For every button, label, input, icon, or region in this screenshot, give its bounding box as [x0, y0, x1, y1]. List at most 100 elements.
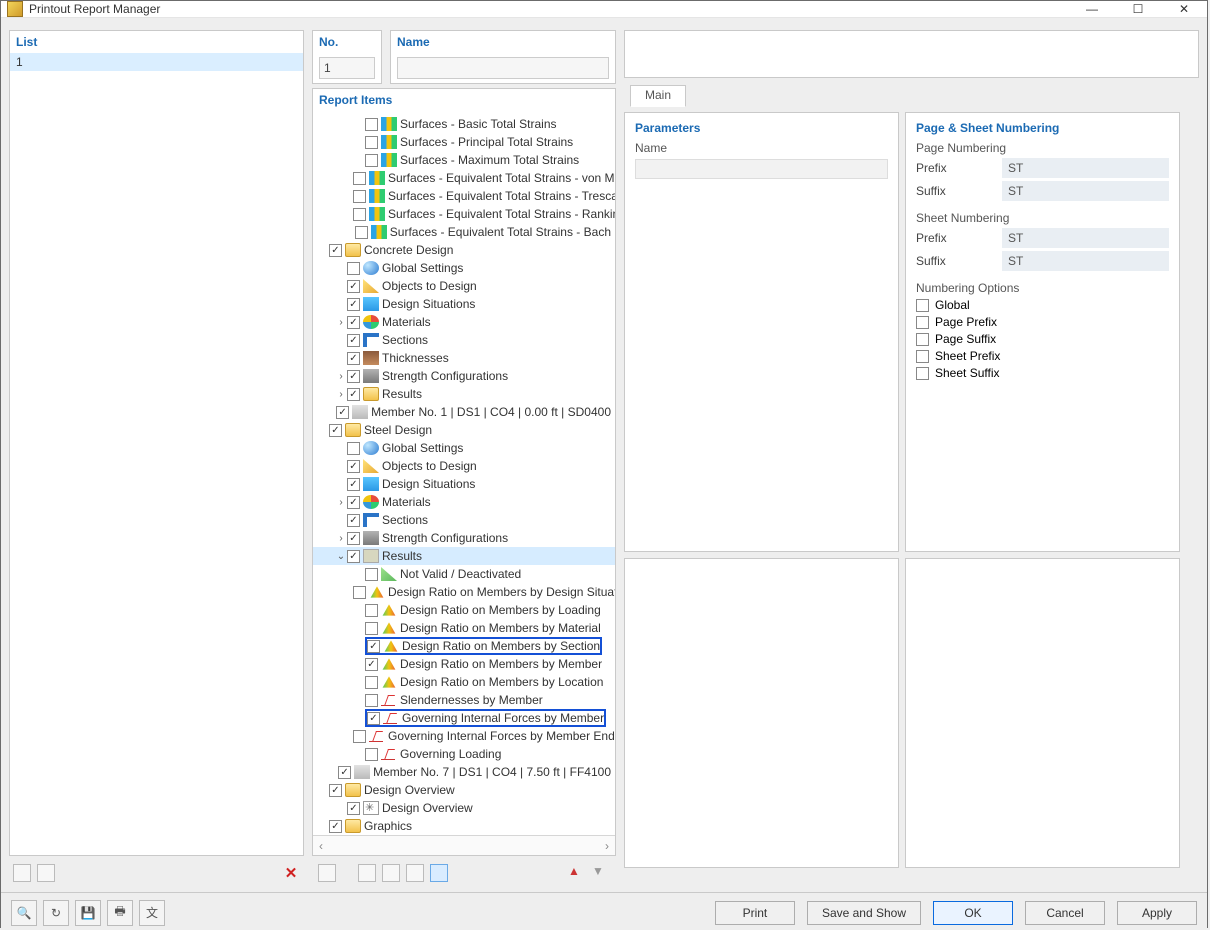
tree-node[interactable]: Surfaces - Equivalent Total Strains - Ba…: [313, 223, 615, 241]
clipboard-icon[interactable]: [406, 864, 424, 882]
tree-checkbox[interactable]: [353, 208, 366, 221]
tree-checkbox[interactable]: [353, 730, 366, 743]
sheet-prefix-input[interactable]: [1002, 228, 1169, 248]
checkbox[interactable]: [916, 333, 929, 346]
page-suffix-input[interactable]: [1002, 181, 1169, 201]
numbering-option[interactable]: Page Suffix: [916, 332, 1169, 346]
tree-node[interactable]: Global Settings: [313, 439, 615, 457]
ok-button[interactable]: OK: [933, 901, 1013, 925]
language-icon[interactable]: 文: [139, 900, 165, 926]
tree-node[interactable]: Design Ratio on Members by Loading: [313, 601, 615, 619]
help-icon[interactable]: 🔍: [11, 900, 37, 926]
tree-checkbox[interactable]: [365, 694, 378, 707]
expand-arrow-icon[interactable]: ›: [335, 317, 347, 328]
numbering-option[interactable]: Sheet Suffix: [916, 366, 1169, 380]
tree-node[interactable]: ›✓Materials: [313, 493, 615, 511]
save-and-show-button[interactable]: Save and Show: [807, 901, 921, 925]
tree-node[interactable]: ✓Sections: [313, 511, 615, 529]
numbering-option[interactable]: Sheet Prefix: [916, 349, 1169, 363]
tree-checkbox[interactable]: ✓: [365, 658, 378, 671]
tree-checkbox[interactable]: ✓: [347, 352, 360, 365]
close-button[interactable]: ✕: [1161, 1, 1207, 17]
tree-checkbox[interactable]: ✓: [347, 550, 360, 563]
tree-checkbox[interactable]: ✓: [347, 802, 360, 815]
tree-checkbox[interactable]: [365, 676, 378, 689]
tree-node[interactable]: ✓Governing Internal Forces by Member: [313, 709, 615, 727]
tree-checkbox[interactable]: [353, 190, 366, 203]
tree-checkbox[interactable]: [365, 604, 378, 617]
tree-checkbox[interactable]: ✓: [367, 712, 380, 725]
maximize-button[interactable]: ☐: [1115, 1, 1161, 17]
cancel-button[interactable]: Cancel: [1025, 901, 1105, 925]
expand-arrow-icon[interactable]: ›: [335, 371, 347, 382]
uncheck-all-icon[interactable]: [382, 864, 400, 882]
tree-node[interactable]: ✓Steel Design: [313, 421, 615, 439]
tree-node[interactable]: ✓Design Situations: [313, 295, 615, 313]
tree-hscroll[interactable]: ‹ ›: [313, 835, 615, 855]
tree-checkbox[interactable]: [365, 622, 378, 635]
tree-node[interactable]: Slendernesses by Member: [313, 691, 615, 709]
tree-node[interactable]: Governing Internal Forces by Member End: [313, 727, 615, 745]
tree-checkbox[interactable]: ✓: [329, 784, 342, 797]
tree-node[interactable]: ✓Member No. 1 | DS1 | CO4 | 0.00 ft | SD…: [313, 403, 615, 421]
no-input[interactable]: [319, 57, 375, 79]
tree-node[interactable]: ›✓Strength Configurations: [313, 367, 615, 385]
check-all-icon[interactable]: [358, 864, 376, 882]
tree-checkbox[interactable]: [353, 172, 366, 185]
tree-node[interactable]: ›✓Results: [313, 385, 615, 403]
new-report-icon[interactable]: [13, 864, 31, 882]
tree-checkbox[interactable]: [365, 748, 378, 761]
name-input[interactable]: [397, 57, 609, 79]
warning-up-icon[interactable]: ▲: [568, 864, 586, 882]
delete-report-icon[interactable]: ✕: [282, 864, 300, 882]
sheet-suffix-input[interactable]: [1002, 251, 1169, 271]
tree-node[interactable]: ✓Concrete Design: [313, 241, 615, 259]
tree-checkbox[interactable]: ✓: [347, 478, 360, 491]
tree-checkbox[interactable]: ✓: [347, 496, 360, 509]
tree-checkbox[interactable]: ✓: [329, 820, 342, 833]
expand-arrow-icon[interactable]: ›: [335, 497, 347, 508]
tree-checkbox[interactable]: ✓: [347, 370, 360, 383]
tree-checkbox[interactable]: [353, 586, 366, 599]
tree-node[interactable]: Governing Loading: [313, 745, 615, 763]
list-body[interactable]: 1: [10, 53, 303, 855]
tree-checkbox[interactable]: ✓: [347, 532, 360, 545]
report-items-tree[interactable]: Surfaces - Basic Total StrainsSurfaces -…: [313, 111, 615, 835]
tree-node[interactable]: ⌄✓Results: [313, 547, 615, 565]
tree-node[interactable]: Not Valid / Deactivated: [313, 565, 615, 583]
expand-arrow-icon[interactable]: ⌄: [335, 551, 347, 562]
tree-node[interactable]: ✓Objects to Design: [313, 457, 615, 475]
tree-node[interactable]: ›✓Materials: [313, 313, 615, 331]
tree-checkbox[interactable]: [347, 442, 360, 455]
tree-checkbox[interactable]: ✓: [347, 334, 360, 347]
tree-node[interactable]: ✓Design Overview: [313, 781, 615, 799]
expand-arrow-icon[interactable]: ›: [335, 533, 347, 544]
tree-node[interactable]: Surfaces - Principal Total Strains: [313, 133, 615, 151]
tree-node[interactable]: ✓Objects to Design: [313, 277, 615, 295]
tree-node[interactable]: Design Ratio on Members by Location: [313, 673, 615, 691]
page-prefix-input[interactable]: [1002, 158, 1169, 178]
tree-checkbox[interactable]: ✓: [329, 244, 342, 257]
tab-main[interactable]: Main: [630, 85, 686, 107]
tree-node[interactable]: Design Ratio on Members by Material: [313, 619, 615, 637]
tree-checkbox[interactable]: ✓: [367, 640, 380, 653]
tree-node[interactable]: Surfaces - Equivalent Total Strains - vo…: [313, 169, 615, 187]
checkbox[interactable]: [916, 316, 929, 329]
tree-node[interactable]: ✓Design Ratio on Members by Section: [313, 637, 615, 655]
checkbox[interactable]: [916, 299, 929, 312]
checkbox[interactable]: [916, 350, 929, 363]
parameters-name-input[interactable]: [635, 159, 888, 179]
duplicate-report-icon[interactable]: [37, 864, 55, 882]
scroll-left-icon[interactable]: ‹: [319, 839, 323, 853]
tree-checkbox[interactable]: [365, 136, 378, 149]
tree-node[interactable]: ✓Thicknesses: [313, 349, 615, 367]
tree-node[interactable]: ✓Graphics: [313, 817, 615, 835]
minimize-button[interactable]: —: [1069, 1, 1115, 17]
print-button[interactable]: Print: [715, 901, 795, 925]
refresh-icon[interactable]: ↻: [43, 900, 69, 926]
tree-node[interactable]: ›✓Strength Configurations: [313, 529, 615, 547]
tree-checkbox[interactable]: ✓: [347, 460, 360, 473]
tree-checkbox[interactable]: ✓: [336, 406, 349, 419]
tree-checkbox[interactable]: ✓: [347, 388, 360, 401]
printer-icon[interactable]: 🖶: [107, 900, 133, 926]
